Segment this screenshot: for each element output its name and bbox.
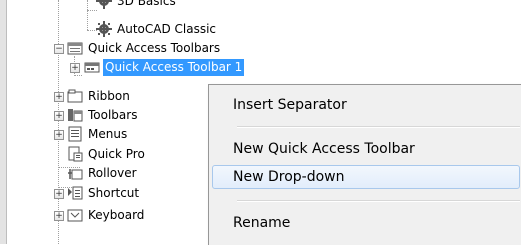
context-menu: Insert Separator New Quick Access Toolba… — [208, 84, 521, 245]
tree-item-autocad-classic[interactable]: AutoCAD Classic — [7, 20, 307, 39]
tree-item-label: Quick Access Toolbar 1 — [103, 59, 245, 76]
menu-item-rename[interactable]: Rename — [212, 211, 520, 235]
tree-item-label: Menus — [88, 127, 128, 141]
menu-item-new-quick-access-toolbar[interactable]: New Quick Access Toolbar — [212, 137, 520, 161]
expand-icon[interactable]: + — [54, 189, 64, 199]
tree-item-label: Quick Pro — [88, 147, 145, 161]
menu-item-new-drop-down[interactable]: New Drop-down — [212, 165, 520, 189]
menu-separator — [237, 200, 520, 202]
toolbar-icon — [84, 59, 100, 75]
ribbon-icon — [67, 88, 83, 104]
expand-icon[interactable]: + — [54, 130, 64, 140]
panel-left-border — [0, 0, 7, 244]
tree-item-quick-access-toolbars[interactable]: − Quick Access Toolbars — [7, 39, 307, 58]
tree-item-label: Keyboard — [88, 208, 145, 222]
tree-item-label: 3D Basics — [117, 0, 176, 8]
tree-item-label: Shortcut — [88, 186, 140, 200]
expand-icon[interactable]: + — [70, 63, 80, 73]
expand-icon[interactable]: + — [54, 211, 64, 221]
tree-item-label: AutoCAD Classic — [117, 22, 217, 36]
menu-item-insert-separator[interactable]: Insert Separator — [212, 93, 520, 117]
quick-access-toolbars-icon — [67, 40, 83, 56]
workspace-gear-icon — [96, 21, 112, 37]
tree-item-label: Toolbars — [88, 108, 138, 122]
menu-gutter — [209, 85, 211, 245]
toolbars-icon — [67, 107, 83, 123]
tree-item-label: Rollover — [88, 166, 137, 180]
tree-item-3d-basics[interactable]: 3D Basics — [7, 0, 307, 11]
tree-item-label: Quick Access Toolbars — [88, 41, 221, 55]
tree-item-quick-access-toolbar-1[interactable]: + Quick Access Toolbar 1 — [7, 58, 337, 77]
keyboard-shortcuts-icon — [67, 207, 83, 223]
expand-icon[interactable]: + — [54, 111, 64, 121]
quick-properties-icon — [67, 146, 83, 162]
rollover-tooltips-icon — [67, 165, 83, 181]
shortcut-menus-icon — [67, 185, 83, 201]
workspace-gear-icon — [96, 0, 112, 9]
expand-icon[interactable]: + — [54, 92, 64, 102]
collapse-icon[interactable]: − — [54, 44, 64, 54]
tree-item-label: Ribbon — [88, 89, 130, 103]
menu-separator — [237, 126, 520, 128]
menus-icon — [67, 126, 83, 142]
